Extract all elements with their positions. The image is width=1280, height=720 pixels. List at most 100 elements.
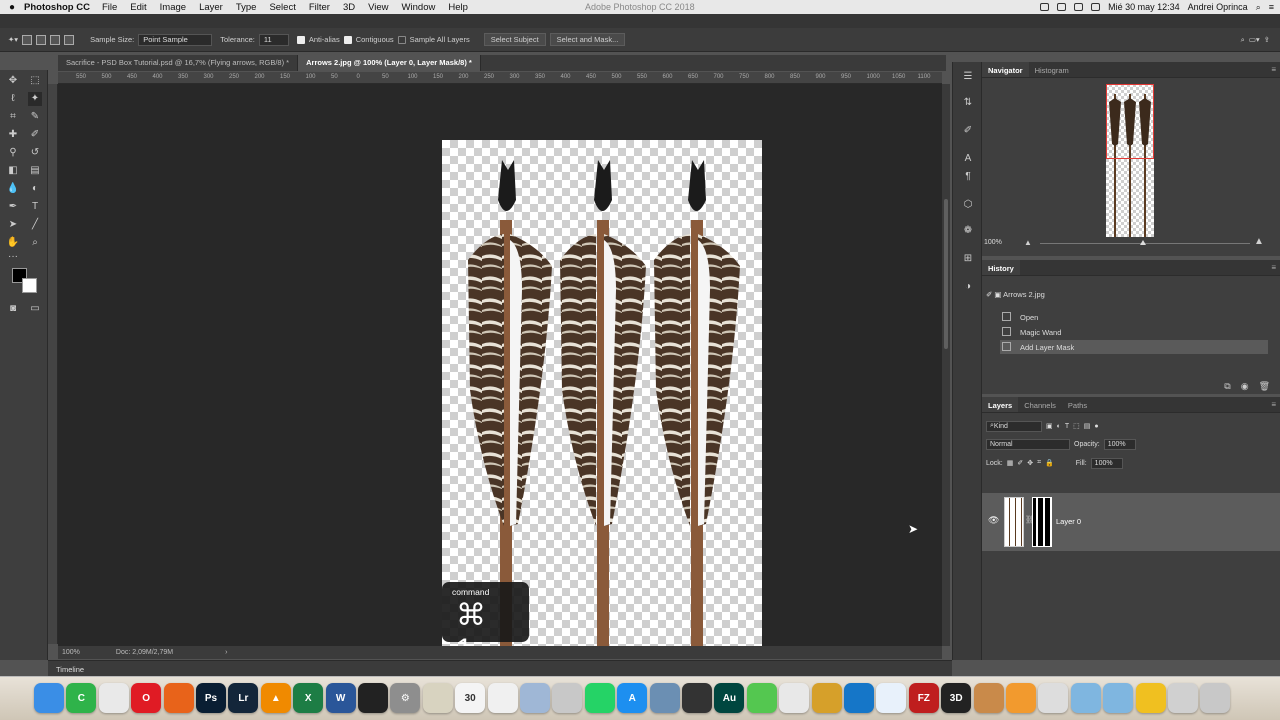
lock-all-icon[interactable]: 🔒: [1045, 459, 1054, 467]
select-subject-button[interactable]: Select Subject: [483, 33, 546, 46]
trash-icon[interactable]: 🗑: [1259, 381, 1270, 392]
dock-vlc-icon[interactable]: ▲: [260, 683, 291, 713]
menu-help[interactable]: Help: [448, 2, 468, 13]
dock-fcp-icon[interactable]: [682, 683, 712, 713]
layer-name[interactable]: Layer 0: [1056, 517, 1081, 526]
menu-3d[interactable]: 3D: [343, 2, 355, 13]
lock-artboard-icon[interactable]: ⌗: [1037, 459, 1041, 467]
creative-cloud-icon[interactable]: [1040, 3, 1050, 11]
tab-layers[interactable]: Layers: [982, 397, 1019, 412]
dock-trash-icon[interactable]: [1200, 683, 1231, 713]
volume-icon[interactable]: [1074, 3, 1084, 11]
visibility-eye-icon[interactable]: 👁: [988, 515, 999, 526]
type-filter-icon[interactable]: T: [1065, 423, 1069, 430]
dock-audition-icon[interactable]: Au: [714, 683, 745, 713]
channels-icon[interactable]: ⊞: [961, 252, 975, 266]
dock-folder1-icon[interactable]: [1070, 683, 1101, 713]
marquee-tool-icon[interactable]: ⬚: [28, 74, 42, 88]
pixel-filter-icon[interactable]: ▣: [1046, 422, 1053, 430]
tab-channels[interactable]: Channels: [1018, 397, 1062, 412]
document-canvas[interactable]: [442, 140, 762, 646]
sample-all-layers-checkbox[interactable]: [397, 35, 406, 44]
history-item-add-layer-mask[interactable]: Add Layer Mask: [1000, 340, 1268, 354]
dock-safari-icon[interactable]: [876, 683, 907, 713]
character-icon[interactable]: A: [961, 152, 975, 166]
dock-guitar-icon[interactable]: [973, 683, 1004, 713]
dock-coda-icon[interactable]: [844, 683, 874, 713]
opacity-input[interactable]: 100%: [1103, 438, 1136, 450]
intersect-selection-icon[interactable]: [64, 34, 75, 45]
filter-kind-select[interactable]: ⌕ Kind: [986, 420, 1042, 432]
dock-textedit-icon[interactable]: [487, 683, 518, 713]
dock-folder4-icon[interactable]: [1168, 683, 1198, 713]
magic-wand-tool-icon[interactable]: ✦: [28, 92, 42, 106]
dock-blender-icon[interactable]: [779, 683, 810, 713]
wifi-icon[interactable]: [1057, 3, 1067, 11]
menubar-user[interactable]: Andrei Oprinca: [1188, 2, 1248, 12]
menu-image[interactable]: Image: [160, 2, 186, 13]
dock-lightroom-icon[interactable]: Lr: [228, 683, 259, 713]
background-color-swatch[interactable]: [22, 278, 37, 293]
zoom-level[interactable]: 100%: [62, 649, 80, 656]
camera-snapshot-icon[interactable]: ◉: [1241, 381, 1249, 392]
line-tool-icon[interactable]: ╱: [28, 218, 42, 232]
menu-edit[interactable]: Edit: [130, 2, 146, 13]
move-tool-icon[interactable]: ✥: [6, 74, 20, 88]
healing-tool-icon[interactable]: ✚: [6, 128, 20, 142]
dock-pages-icon[interactable]: [1006, 683, 1036, 713]
dock-whatsapp-icon[interactable]: [584, 683, 615, 713]
dock-calendar-icon[interactable]: 30: [455, 683, 486, 713]
contiguous-checkbox[interactable]: [343, 35, 352, 44]
dock-notes-icon[interactable]: [422, 683, 453, 713]
app-menu[interactable]: Photoshop CC: [24, 2, 90, 13]
navigator-thumbnail[interactable]: [1106, 84, 1154, 237]
adjustment-filter-icon[interactable]: ◐: [1057, 423, 1061, 430]
dock-opera-icon[interactable]: O: [131, 683, 162, 713]
blend-mode-select[interactable]: Normal: [986, 438, 1070, 450]
vertical-scrollbar[interactable]: [942, 84, 950, 646]
adjustments-icon[interactable]: ⇅: [961, 96, 975, 110]
zoom-in-icon[interactable]: ▲: [1254, 236, 1264, 247]
eyedropper-tool-icon[interactable]: ✎: [28, 110, 42, 124]
dock-word-icon[interactable]: W: [325, 683, 356, 713]
tab-arrows-jpg[interactable]: Arrows 2.jpg @ 100% (Layer 0, Layer Mask…: [298, 55, 481, 71]
new-document-from-state-icon[interactable]: ⧉: [1224, 381, 1230, 392]
tab-history[interactable]: History: [982, 260, 1020, 275]
dock-mail-icon[interactable]: [520, 683, 550, 713]
dock-daz3d-icon[interactable]: 3D: [941, 683, 972, 713]
history-menu-icon[interactable]: ≡: [1271, 263, 1276, 272]
history-item-open[interactable]: Open: [1000, 310, 1268, 324]
dock-finder-icon[interactable]: [34, 683, 64, 713]
navigator-menu-icon[interactable]: ≡: [1271, 65, 1276, 74]
dock-filezilla-icon[interactable]: FZ: [908, 683, 939, 713]
crop-tool-icon[interactable]: ⌗: [6, 110, 20, 124]
zoom-slider-knob[interactable]: [1140, 240, 1146, 245]
blur-tool-icon[interactable]: 💧: [6, 182, 20, 196]
tab-histogram[interactable]: Histogram: [1029, 62, 1075, 77]
dock-firefox-icon[interactable]: [163, 683, 194, 713]
dock-sketchup-icon[interactable]: [811, 683, 842, 713]
menu-layer[interactable]: Layer: [199, 2, 223, 13]
tab-navigator[interactable]: Navigator: [982, 62, 1029, 77]
layers-menu-icon[interactable]: ≡: [1271, 400, 1276, 409]
lock-transparency-icon[interactable]: ▦: [1007, 459, 1014, 467]
screen-mode-icon[interactable]: ▭: [28, 302, 42, 316]
lock-position-icon[interactable]: ✥: [1027, 459, 1033, 467]
fill-input[interactable]: 100%: [1090, 457, 1123, 469]
tolerance-input[interactable]: 11: [258, 33, 289, 46]
menu-type[interactable]: Type: [236, 2, 257, 13]
sample-size-select[interactable]: Point Sample: [138, 33, 213, 46]
spotlight-icon[interactable]: ⌕: [1256, 2, 1261, 13]
menu-window[interactable]: Window: [402, 2, 436, 13]
filter-toggle-icon[interactable]: ●: [1094, 423, 1098, 430]
dock-chrome-icon[interactable]: [98, 683, 129, 713]
dock-photoshop-icon[interactable]: Ps: [196, 683, 226, 713]
apple-icon[interactable]: ●: [0, 2, 24, 13]
dock-activity-icon[interactable]: [358, 683, 388, 713]
dock-excel-icon[interactable]: X: [293, 683, 324, 713]
lock-pixels-icon[interactable]: ✐: [1017, 459, 1023, 467]
history-brush-tool-icon[interactable]: ↺: [28, 146, 42, 160]
dock-photos-icon[interactable]: [552, 683, 583, 713]
lasso-tool-icon[interactable]: ℓ: [6, 92, 20, 106]
smart-object-filter-icon[interactable]: ▤: [1084, 422, 1091, 430]
